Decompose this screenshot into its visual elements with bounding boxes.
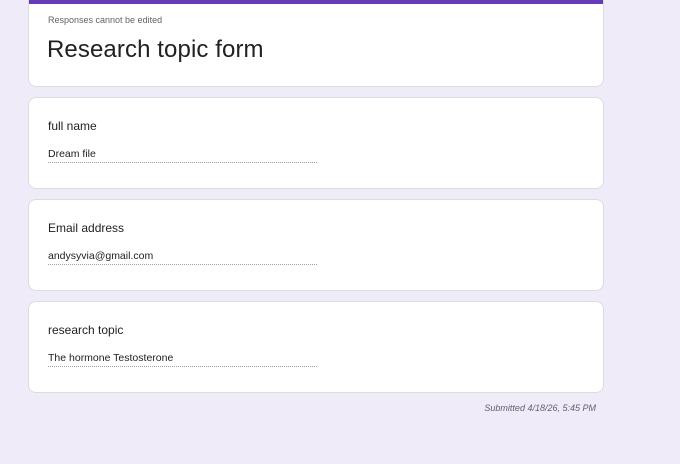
question-label: Email address [48, 221, 125, 235]
form-column: Responses cannot be edited Research topi… [28, 0, 604, 413]
submitted-timestamp: Submitted 4/18/26, 5:45 PM [484, 403, 596, 413]
answer-full-name: Dream file [48, 148, 317, 163]
answer-research-topic: The hormone Testosterone [48, 352, 317, 367]
question-label: research topic [48, 323, 124, 337]
question-label: full name [48, 119, 97, 133]
responses-notice: Responses cannot be edited [48, 15, 163, 25]
question-card-email: Email address andysyvia@gmail.com [28, 199, 604, 291]
form-header-card: Responses cannot be edited Research topi… [28, 0, 604, 87]
form-title: Research topic form [47, 36, 264, 63]
question-card-research-topic: research topic The hormone Testosterone [28, 301, 604, 393]
header-accent-bar [29, 0, 603, 4]
question-card-full-name: full name Dream file [28, 97, 604, 189]
answer-email: andysyvia@gmail.com [48, 250, 317, 265]
